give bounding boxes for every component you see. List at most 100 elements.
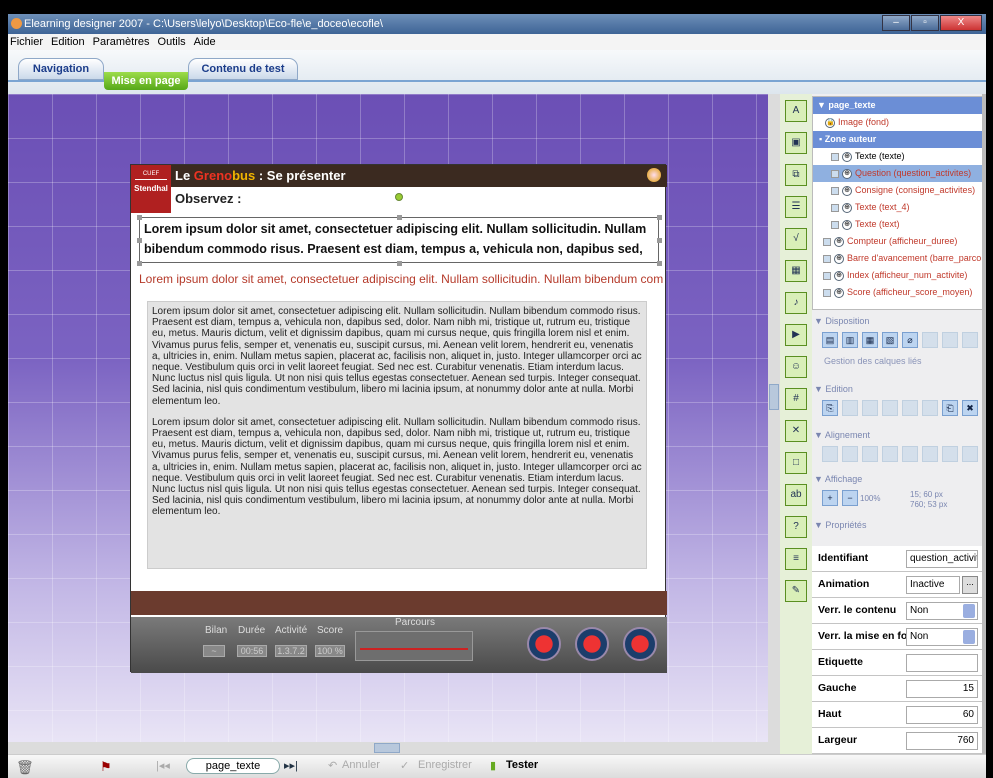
image-tool-icon[interactable]: ▣ bbox=[785, 132, 807, 154]
question-text-box[interactable]: Lorem ipsum dolor sit amet, consectetuer… bbox=[139, 217, 659, 263]
close-button[interactable]: X bbox=[940, 15, 982, 31]
tree-item[interactable]: ⊕ Consigne (consigne_activites) bbox=[813, 182, 985, 199]
tree-item[interactable]: ⊕ Index (afficheur_num_activite) bbox=[813, 267, 985, 284]
resize-handle[interactable] bbox=[137, 238, 142, 243]
prev-page-icon[interactable]: |◂◂ bbox=[156, 759, 170, 772]
zoom-out-icon[interactable]: − bbox=[842, 490, 858, 506]
resize-handle[interactable] bbox=[657, 261, 662, 266]
edition-section[interactable]: ▼ Edition bbox=[814, 384, 853, 394]
delete-tool-icon[interactable]: ✕ bbox=[785, 420, 807, 442]
bilan-icon[interactable]: ~ bbox=[203, 645, 225, 657]
tree-item-selected[interactable]: ⊕ Question (question_activites) bbox=[813, 165, 985, 182]
tree-item[interactable]: ⊕ Texte (text_4) bbox=[813, 199, 985, 216]
largeur-field[interactable]: 760 bbox=[906, 732, 978, 750]
test-icon[interactable]: ▮ bbox=[490, 759, 496, 772]
tab-navigation[interactable]: Navigation bbox=[18, 58, 104, 80]
consigne-text[interactable]: Lorem ipsum dolor sit amet, consectetuer… bbox=[139, 272, 663, 286]
canvas-horizontal-scrollbar[interactable] bbox=[8, 742, 780, 754]
page-preview[interactable]: Le Grenobus : Se présenter CUEF Stendhal… bbox=[130, 164, 667, 673]
next-page-icon[interactable]: ▸▸| bbox=[284, 759, 298, 772]
menu-aide[interactable]: Aide bbox=[194, 34, 216, 50]
etiquette-field[interactable] bbox=[906, 654, 978, 672]
copy-icon[interactable]: ⎘ bbox=[822, 400, 838, 416]
note-tool-icon[interactable]: ✎ bbox=[785, 580, 807, 602]
frame-tool-icon[interactable]: ⧉ bbox=[785, 164, 807, 186]
bring-front-icon[interactable]: ▤ bbox=[822, 332, 838, 348]
tree-item[interactable]: 🔒 Image (fond) bbox=[813, 114, 985, 131]
menu-edition[interactable]: Edition bbox=[51, 34, 85, 50]
browse-button[interactable]: ... bbox=[962, 576, 978, 594]
bring-forward-icon[interactable]: ▥ bbox=[842, 332, 858, 348]
nav-button-3[interactable] bbox=[623, 627, 657, 661]
gestion-calques-link[interactable]: Gestion des calques liés bbox=[824, 356, 922, 366]
animation-field[interactable]: Inactive bbox=[906, 576, 960, 594]
tree-item[interactable]: ⊕ Score (afficheur_score_moyen) bbox=[813, 284, 985, 301]
maximize-button[interactable]: ▫ bbox=[911, 15, 939, 31]
tree-item[interactable]: ⊕ Barre d'avancement (barre_parco bbox=[813, 250, 985, 267]
tree-item[interactable]: ⊕ Texte (texte) bbox=[813, 148, 985, 165]
observez-heading[interactable]: Observez : bbox=[175, 191, 241, 206]
sound-tool-icon[interactable]: ♪ bbox=[785, 292, 807, 314]
tab-mise-en-page[interactable]: Mise en page bbox=[104, 72, 188, 90]
delete-icon[interactable]: ✖ bbox=[962, 400, 978, 416]
check-icon[interactable]: ✓ bbox=[400, 759, 409, 772]
smiley-tool-icon[interactable]: ☺ bbox=[785, 356, 807, 378]
bookmark-icon[interactable]: ⚑ bbox=[100, 759, 112, 775]
box-tool-icon[interactable]: □ bbox=[785, 452, 807, 474]
table-tool-icon[interactable]: ▦ bbox=[785, 260, 807, 282]
send-backward-icon[interactable]: ▦ bbox=[862, 332, 878, 348]
nav-button-2[interactable] bbox=[575, 627, 609, 661]
haut-field[interactable]: 60 bbox=[906, 706, 978, 724]
enregistrer-button[interactable]: Enregistrer bbox=[418, 759, 472, 771]
text-tool-icon[interactable]: A bbox=[785, 100, 807, 122]
minimize-button[interactable]: – bbox=[882, 15, 910, 31]
verr-mise-en-forme-select[interactable]: Non bbox=[906, 628, 978, 646]
resize-handle[interactable] bbox=[397, 261, 402, 266]
tree-item[interactable]: ⊕ Compteur (afficheur_duree) bbox=[813, 233, 985, 250]
identifiant-field[interactable]: question_activit bbox=[906, 550, 978, 568]
scroll-thumb[interactable] bbox=[374, 743, 400, 753]
resize-handle[interactable] bbox=[657, 238, 662, 243]
canvas-vertical-scrollbar[interactable] bbox=[768, 94, 780, 742]
resize-handle[interactable] bbox=[137, 215, 142, 220]
page-selector[interactable]: page_texte bbox=[186, 758, 280, 774]
disposition-section[interactable]: ▼ Disposition bbox=[814, 316, 869, 326]
formula-tool-icon[interactable]: √ bbox=[785, 228, 807, 250]
panel-scrollbar[interactable] bbox=[982, 94, 986, 754]
checklist-tool-icon[interactable]: ≡ bbox=[785, 548, 807, 570]
menu-fichier[interactable]: Fichier bbox=[10, 34, 43, 50]
unlink-icon[interactable]: ⌀ bbox=[902, 332, 918, 348]
annuler-button[interactable]: Annuler bbox=[342, 759, 380, 771]
tree-item[interactable]: ▪ Zone auteur bbox=[813, 131, 985, 148]
tester-button[interactable]: Tester bbox=[506, 759, 538, 771]
tree-root[interactable]: ▼ page_texte bbox=[813, 97, 985, 114]
trash-icon[interactable]: 🗑 bbox=[16, 759, 34, 776]
undo-icon[interactable]: ↶ bbox=[328, 759, 337, 772]
tab-contenu-de-test[interactable]: Contenu de test bbox=[188, 58, 298, 80]
scroll-thumb[interactable] bbox=[769, 384, 779, 410]
alignement-section[interactable]: ▼ Alignement bbox=[814, 430, 870, 440]
list-tool-icon[interactable]: ☰ bbox=[785, 196, 807, 218]
menu-outils[interactable]: Outils bbox=[158, 34, 186, 50]
resize-handle[interactable] bbox=[137, 261, 142, 266]
counter-tool-icon[interactable]: # bbox=[785, 388, 807, 410]
design-canvas[interactable]: Le Grenobus : Se présenter CUEF Stendhal… bbox=[8, 94, 768, 754]
body-text-box[interactable]: Lorem ipsum dolor sit amet, consectetuer… bbox=[147, 301, 647, 569]
resize-handle[interactable] bbox=[397, 215, 402, 220]
video-tool-icon[interactable]: ▶ bbox=[785, 324, 807, 346]
proprietes-section[interactable]: ▼ Propriétés bbox=[814, 520, 866, 530]
affichage-section[interactable]: ▼ Affichage bbox=[814, 474, 862, 484]
resize-handle[interactable] bbox=[657, 215, 662, 220]
zoom-in-icon[interactable]: + bbox=[822, 490, 838, 506]
tree-item[interactable]: ⊕ Texte (text) bbox=[813, 216, 985, 233]
gauche-field[interactable]: 15 bbox=[906, 680, 978, 698]
send-back-icon[interactable]: ▧ bbox=[882, 332, 898, 348]
question-tool-icon[interactable]: ? bbox=[785, 516, 807, 538]
verr-contenu-select[interactable]: Non bbox=[906, 602, 978, 620]
input-tool-icon[interactable]: ab bbox=[785, 484, 807, 506]
menu-parametres[interactable]: Paramètres bbox=[93, 34, 150, 50]
rotate-handle[interactable] bbox=[395, 193, 403, 201]
paste-icon[interactable]: ⎗ bbox=[942, 400, 958, 416]
help-icon[interactable] bbox=[647, 168, 661, 182]
nav-button-1[interactable] bbox=[527, 627, 561, 661]
